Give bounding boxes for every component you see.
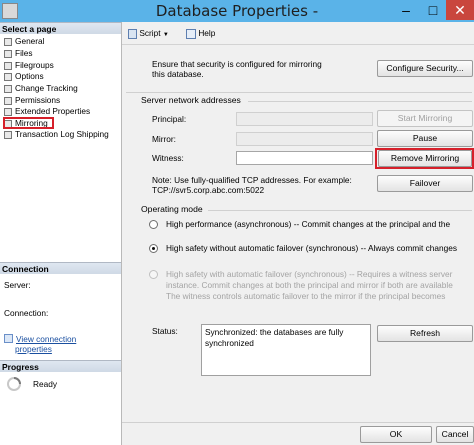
- help-button[interactable]: Help: [186, 28, 215, 39]
- script-button[interactable]: Script ▼: [128, 28, 169, 39]
- progress-header: Progress: [0, 360, 121, 372]
- security-text-line1: Ensure that security is configured for m…: [152, 59, 322, 69]
- page-icon: [4, 49, 12, 58]
- note-line2: TCP://svr5.corp.abc.com:5022: [152, 185, 265, 195]
- left-pane: Select a page General Files Filegroups O…: [0, 22, 122, 445]
- high-safety-no-failover-radio[interactable]: [149, 244, 158, 253]
- page-item-general[interactable]: General: [4, 36, 45, 47]
- status-label: Status:: [152, 326, 178, 336]
- toolbar: Script ▼ Help: [122, 22, 474, 45]
- page-item-options[interactable]: Options: [4, 71, 44, 82]
- divider: [208, 210, 472, 211]
- witness-field[interactable]: [236, 151, 373, 165]
- high-safety-failover-line3: The witness controls automatic failover …: [166, 291, 446, 301]
- start-mirroring-button[interactable]: Start Mirroring: [377, 110, 473, 127]
- chevron-down-icon: ▼: [162, 32, 169, 38]
- divider: [248, 101, 472, 102]
- high-safety-no-failover-label[interactable]: High safety without automatic failover (…: [166, 243, 457, 253]
- principal-field[interactable]: [236, 112, 373, 126]
- pause-button[interactable]: Pause: [377, 130, 473, 147]
- ok-button[interactable]: OK: [360, 426, 432, 443]
- high-safety-failover-radio[interactable]: [149, 270, 158, 279]
- select-page-header: Select a page: [0, 22, 121, 34]
- maximize-button[interactable]: □: [420, 0, 446, 20]
- configure-security-button[interactable]: Configure Security...: [377, 60, 473, 77]
- minimize-button[interactable]: –: [392, 0, 420, 20]
- help-icon: [186, 28, 196, 39]
- main-pane: Script ▼ Help Ensure that security is co…: [122, 22, 474, 445]
- connection-icon: [4, 334, 13, 343]
- page-item-transaction-log-shipping[interactable]: Transaction Log Shipping: [4, 129, 109, 140]
- page-icon: [4, 96, 12, 105]
- high-performance-radio[interactable]: [149, 220, 158, 229]
- status-text-line1: Synchronized: the databases are fully: [205, 327, 344, 337]
- close-button[interactable]: ✕: [446, 0, 474, 20]
- remove-mirroring-highlight: [375, 148, 474, 169]
- failover-button[interactable]: Failover: [377, 175, 473, 192]
- high-safety-failover-line1: High safety with automatic failover (syn…: [166, 269, 453, 279]
- progress-spinner-icon: [6, 376, 22, 394]
- note-line1: Note: Use fully-qualified TCP addresses.…: [152, 175, 352, 185]
- page-icon: [4, 37, 12, 46]
- divider: [122, 422, 474, 423]
- principal-label: Principal:: [152, 114, 187, 124]
- mirroring-highlight: [3, 117, 54, 129]
- refresh-button[interactable]: Refresh: [377, 325, 473, 342]
- status-text-line2: synchronized: [205, 338, 254, 348]
- divider: [126, 92, 472, 93]
- mirror-label: Mirror:: [152, 134, 176, 144]
- server-label: Server:: [4, 280, 31, 290]
- page-item-files[interactable]: Files: [4, 48, 33, 59]
- connection-header: Connection: [0, 262, 121, 274]
- title-bar: Database Properties - – □ ✕: [0, 0, 474, 23]
- high-safety-failover-line2: instance. Commit changes at both the pri…: [166, 280, 453, 290]
- page-icon: [4, 61, 12, 70]
- witness-label: Witness:: [152, 153, 184, 163]
- network-group-label: Server network addresses: [141, 95, 241, 105]
- connection-label: Connection:: [4, 308, 49, 318]
- cancel-button[interactable]: Cancel: [436, 426, 474, 443]
- operating-mode-label: Operating mode: [141, 204, 203, 214]
- page-item-filegroups[interactable]: Filegroups: [4, 60, 54, 71]
- script-icon: [128, 28, 137, 39]
- security-text-line2: this database.: [152, 69, 204, 79]
- progress-status: Ready: [33, 379, 57, 389]
- high-performance-label[interactable]: High performance (asynchronous) -- Commi…: [166, 219, 450, 229]
- page-icon: [4, 130, 12, 139]
- page-item-change-tracking[interactable]: Change Tracking: [4, 83, 78, 94]
- page-icon: [4, 107, 12, 116]
- status-box: Synchronized: the databases are fully sy…: [201, 324, 371, 376]
- page-item-extended-properties[interactable]: Extended Properties: [4, 106, 90, 117]
- page-icon: [4, 84, 12, 93]
- mirror-field[interactable]: [236, 132, 373, 146]
- page-item-permissions[interactable]: Permissions: [4, 95, 60, 106]
- view-connection-link[interactable]: View connection properties: [4, 334, 76, 354]
- page-icon: [4, 72, 12, 81]
